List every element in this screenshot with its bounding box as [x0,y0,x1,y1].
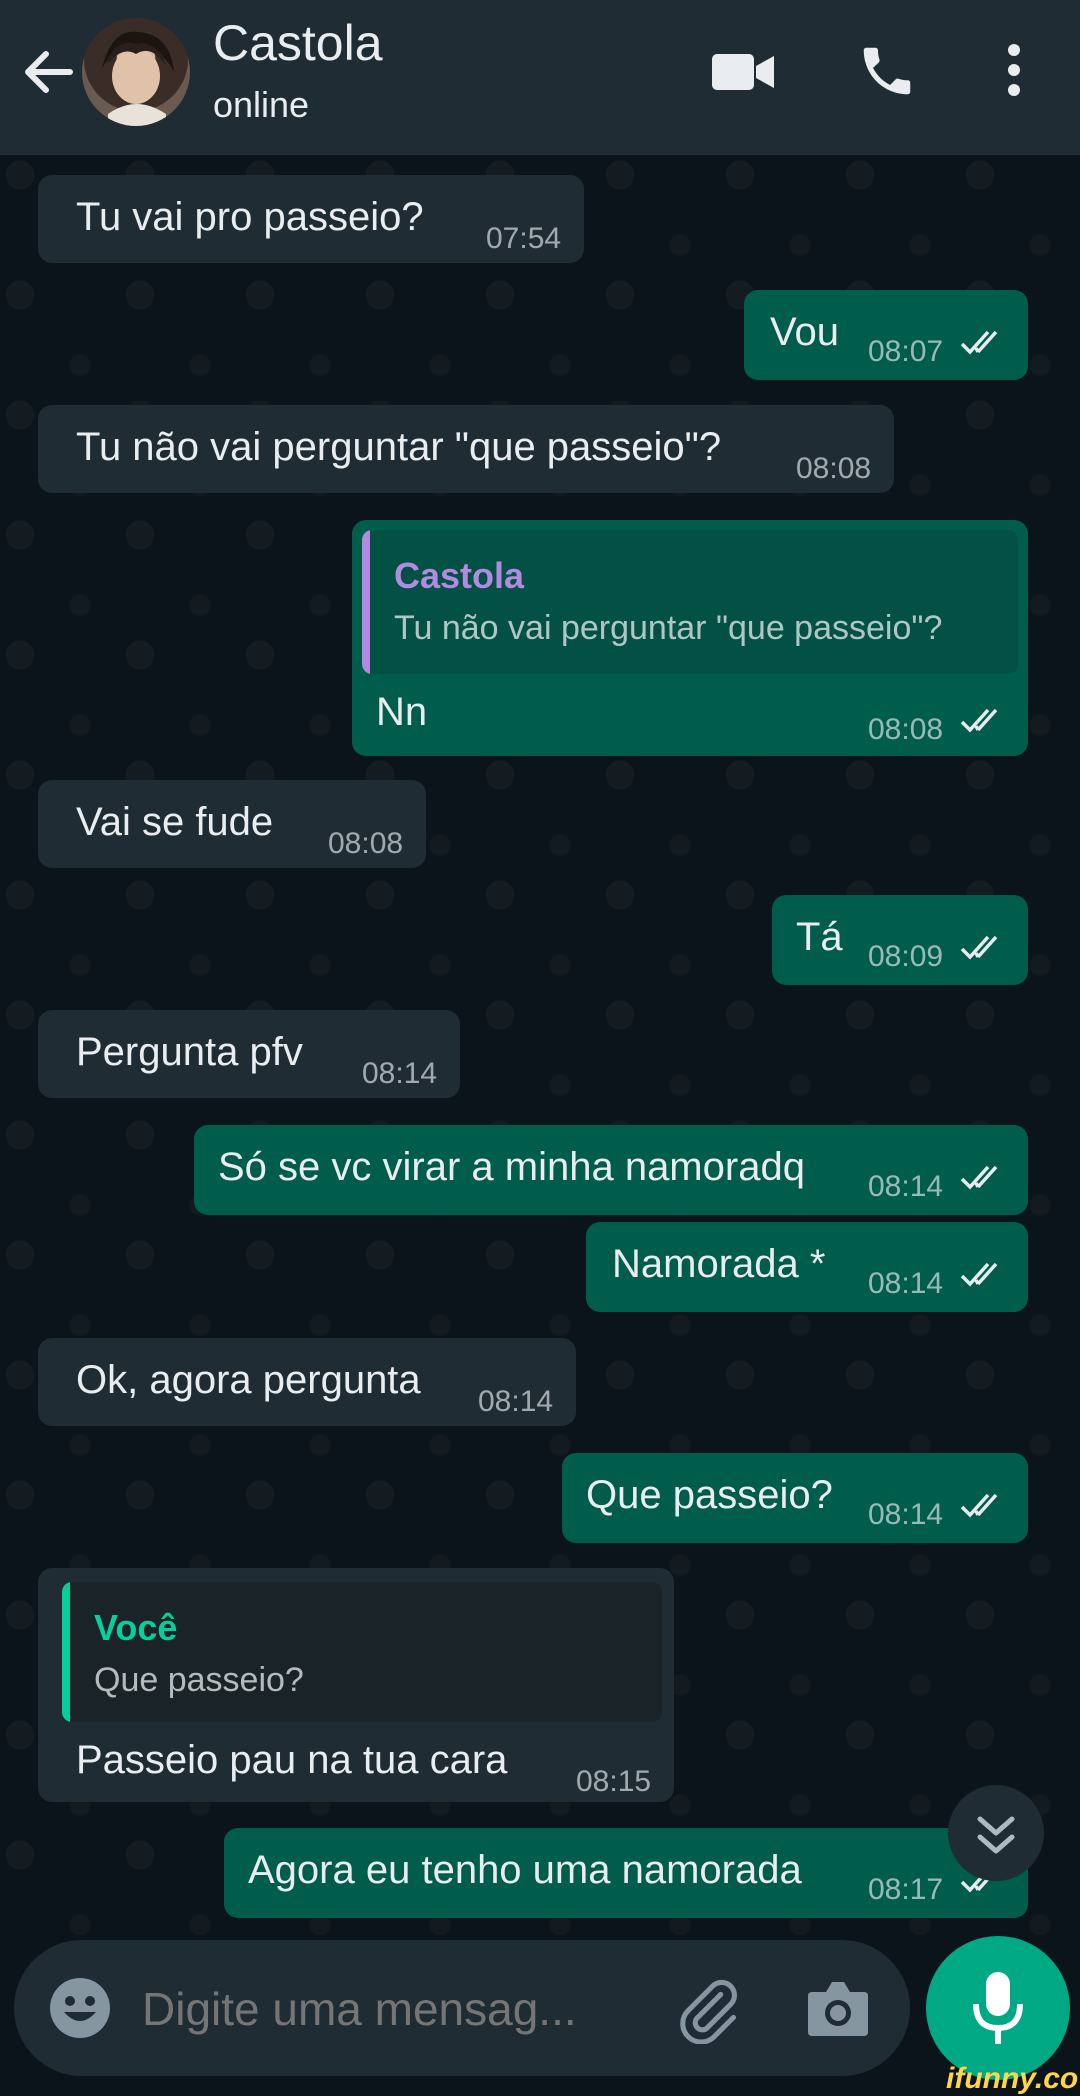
quoted-author: Castola [394,555,525,596]
quoted-text: Tu não vai perguntar "que passeio"? [394,609,943,647]
message-text: Tá [796,915,843,959]
message-time: 08:14 [868,1267,944,1300]
back-arrow-icon[interactable] [18,42,78,102]
message-time: 08:14 [478,1385,554,1418]
chat-header: Castola online [0,0,1080,155]
message-outgoing[interactable]: Vou 08:07 [744,290,1028,380]
microphone-icon [973,1972,1023,2044]
scroll-to-bottom-button[interactable] [948,1785,1044,1881]
contact-status: online [213,84,310,125]
read-receipt-icon [960,1165,998,1190]
message-text: Tu vai pro passeio? [76,195,424,239]
message-time: 08:17 [868,1873,944,1906]
message-incoming[interactable]: Pergunta pfv 08:14 [38,1010,460,1098]
message-time: 08:08 [328,827,404,860]
message-incoming[interactable]: Vai se fude 08:08 [38,780,426,868]
message-time: 08:14 [362,1057,438,1090]
message-time: 08:14 [868,1498,944,1531]
voice-call-icon[interactable] [856,40,918,107]
message-text: Namorada * [612,1242,826,1286]
voice-message-button[interactable] [926,1936,1070,2080]
message-outgoing[interactable]: Agora eu tenho uma namorada 08:17 [224,1828,1028,1918]
quote-accent-bar [62,1582,70,1722]
message-text: Agora eu tenho uma namorada [248,1848,802,1892]
more-options-icon[interactable] [1002,42,1026,103]
watermark: ifunny.co [946,2062,1079,2095]
double-chevron-down-icon [977,1816,1015,1854]
message-incoming[interactable]: Tu não vai perguntar "que passeio"? 08:0… [38,405,894,493]
message-text: Passeio pau na tua cara [76,1738,508,1782]
message-incoming-reply[interactable]: Você Que passeio? Passeio pau na tua car… [38,1568,674,1802]
message-text: Tu não vai perguntar "que passeio"? [76,425,722,469]
message-time: 07:54 [486,222,562,255]
message-incoming[interactable]: Tu vai pro passeio? 07:54 [38,175,584,263]
message-text: Só se vc virar a minha namoradq [218,1145,805,1189]
message-outgoing[interactable]: Só se vc virar a minha namoradq 08:14 [194,1125,1028,1215]
quoted-text: Que passeio? [94,1661,304,1699]
message-composer [14,1940,910,2076]
message-text: Que passeio? [586,1473,833,1517]
message-incoming[interactable]: Ok, agora pergunta 08:14 [38,1338,576,1426]
message-outgoing-reply[interactable]: Castola Tu não vai perguntar "que passei… [352,520,1028,756]
message-outgoing[interactable]: Que passeio? 08:14 [562,1453,1028,1543]
message-time: 08:09 [868,940,944,973]
message-input[interactable] [140,1970,664,2048]
contact-avatar[interactable] [82,18,190,126]
message-text: Vai se fude [76,800,274,844]
message-outgoing[interactable]: Tá 08:09 [772,895,1028,985]
read-receipt-icon [960,935,998,960]
message-time: 08:08 [796,452,872,485]
message-text: Pergunta pfv [76,1030,303,1074]
message-time: 08:08 [868,713,944,746]
message-time: 08:14 [868,1170,944,1203]
read-receipt-icon [960,1493,998,1518]
quoted-author: Você [94,1607,178,1648]
quote-accent-bar [362,530,370,674]
camera-icon[interactable] [806,1978,870,2043]
emoji-icon[interactable] [48,1976,112,2045]
contact-name[interactable]: Castola [213,14,383,72]
quoted-message[interactable]: Você Que passeio? [62,1582,662,1722]
attach-icon[interactable] [674,1976,742,2049]
read-receipt-icon [960,708,998,733]
message-outgoing[interactable]: Namorada * 08:14 [586,1222,1028,1312]
read-receipt-icon [960,1262,998,1287]
read-receipt-icon [960,330,998,355]
message-text: Nn [376,690,428,734]
message-time: 08:15 [576,1765,652,1798]
message-time: 08:07 [868,335,944,368]
video-call-icon[interactable] [712,48,776,101]
quoted-message[interactable]: Castola Tu não vai perguntar "que passei… [362,530,1018,674]
message-text: Ok, agora pergunta [76,1358,421,1402]
message-text: Vou [770,310,839,354]
